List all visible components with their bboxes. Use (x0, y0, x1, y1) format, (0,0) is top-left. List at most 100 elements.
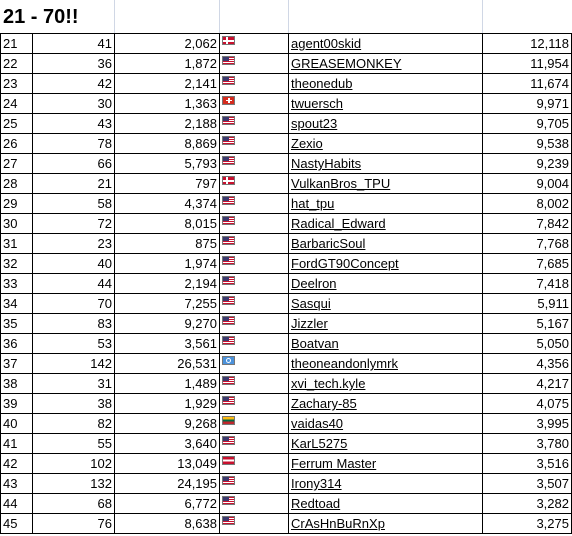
username-link[interactable]: hat_tpu (288, 193, 483, 214)
username-link[interactable]: spout23 (288, 113, 483, 134)
total-cell: 8,638 (114, 513, 220, 534)
rank-cell: 27 (0, 153, 33, 174)
count-cell: 42 (32, 73, 115, 94)
table-row: 23 42 2,141 theonedub 11,674 (0, 73, 572, 94)
score-cell: 3,995 (482, 413, 572, 434)
flag-cell (219, 353, 289, 374)
username-link[interactable]: vaidas40 (288, 413, 483, 434)
count-cell: 68 (32, 493, 115, 514)
table-row: 28 21 797 VulkanBros_TPU 9,004 (0, 173, 572, 194)
table-row: 37 142 26,531 theoneandonlymrk 4,356 (0, 353, 572, 374)
score-cell: 3,516 (482, 453, 572, 474)
table-row: 41 55 3,640 KarL5275 3,780 (0, 433, 572, 454)
username-link[interactable]: Deelron (288, 273, 483, 294)
rank-cell: 45 (0, 513, 33, 534)
username-link[interactable]: agent00skid (288, 33, 483, 54)
title-row: 21 - 70!! (0, 0, 572, 34)
count-cell: 31 (32, 373, 115, 394)
username-link[interactable]: NastyHabits (288, 153, 483, 174)
score-cell: 5,050 (482, 333, 572, 354)
score-cell: 9,705 (482, 113, 572, 134)
count-cell: 72 (32, 213, 115, 234)
score-cell: 7,768 (482, 233, 572, 254)
flag-cell (219, 273, 289, 294)
total-cell: 24,195 (114, 473, 220, 494)
flag-un-icon (222, 356, 235, 365)
rank-cell: 23 (0, 73, 33, 94)
flag-us-icon (222, 396, 235, 405)
username-link[interactable]: twuersch (288, 93, 483, 114)
username-link[interactable]: FordGT90Concept (288, 253, 483, 274)
username-link[interactable]: xvi_tech.kyle (288, 373, 483, 394)
username-link[interactable]: Radical_Edward (288, 213, 483, 234)
table-row: 29 58 4,374 hat_tpu 8,002 (0, 193, 572, 214)
gridline (114, 0, 115, 33)
total-cell: 875 (114, 233, 220, 254)
score-cell: 4,217 (482, 373, 572, 394)
total-cell: 3,640 (114, 433, 220, 454)
count-cell: 44 (32, 273, 115, 294)
score-cell: 3,780 (482, 433, 572, 454)
flag-us-icon (222, 336, 235, 345)
score-cell: 11,674 (482, 73, 572, 94)
table-row: 44 68 6,772 Redtoad 3,282 (0, 493, 572, 514)
total-cell: 8,869 (114, 133, 220, 154)
count-cell: 55 (32, 433, 115, 454)
count-cell: 43 (32, 113, 115, 134)
rank-cell: 25 (0, 113, 33, 134)
username-link[interactable]: CrAsHnBuRnXp (288, 513, 483, 534)
score-cell: 5,911 (482, 293, 572, 314)
username-link[interactable]: Ferrum Master (288, 453, 483, 474)
flag-us-icon (222, 116, 235, 125)
username-link[interactable]: KarL5275 (288, 433, 483, 454)
count-cell: 76 (32, 513, 115, 534)
score-cell: 7,418 (482, 273, 572, 294)
rank-cell: 34 (0, 293, 33, 314)
flag-cell (219, 153, 289, 174)
rank-cell: 40 (0, 413, 33, 434)
sheet-title: 21 - 70!! (3, 6, 79, 28)
rank-cell: 37 (0, 353, 33, 374)
flag-cell (219, 513, 289, 534)
total-cell: 797 (114, 173, 220, 194)
username-link[interactable]: Zexio (288, 133, 483, 154)
score-cell: 11,954 (482, 53, 572, 74)
rank-cell: 33 (0, 273, 33, 294)
username-link[interactable]: Irony314 (288, 473, 483, 494)
total-cell: 6,772 (114, 493, 220, 514)
rank-cell: 28 (0, 173, 33, 194)
count-cell: 78 (32, 133, 115, 154)
username-link[interactable]: Jizzler (288, 313, 483, 334)
count-cell: 66 (32, 153, 115, 174)
username-link[interactable]: theonedub (288, 73, 483, 94)
score-cell: 12,118 (482, 33, 572, 54)
flag-cell (219, 393, 289, 414)
gridline (219, 0, 220, 33)
rank-cell: 26 (0, 133, 33, 154)
username-link[interactable]: GREASEMONKEY (288, 53, 483, 74)
username-link[interactable]: Zachary-85 (288, 393, 483, 414)
username-link[interactable]: Boatvan (288, 333, 483, 354)
flag-us-icon (222, 296, 235, 305)
table-row: 38 31 1,489 xvi_tech.kyle 4,217 (0, 373, 572, 394)
rank-cell: 30 (0, 213, 33, 234)
username-link[interactable]: theoneandonlymrk (288, 353, 483, 374)
flag-cell (219, 413, 289, 434)
username-link[interactable]: VulkanBros_TPU (288, 173, 483, 194)
flag-us-icon (222, 216, 235, 225)
count-cell: 21 (32, 173, 115, 194)
rank-cell: 43 (0, 473, 33, 494)
count-cell: 41 (32, 33, 115, 54)
flag-us-icon (222, 276, 235, 285)
rank-cell: 21 (0, 33, 33, 54)
rank-cell: 22 (0, 53, 33, 74)
rank-cell: 35 (0, 313, 33, 334)
username-link[interactable]: Sasqui (288, 293, 483, 314)
table-row: 35 83 9,270 Jizzler 5,167 (0, 313, 572, 334)
flag-cell (219, 173, 289, 194)
total-cell: 1,974 (114, 253, 220, 274)
total-cell: 5,793 (114, 153, 220, 174)
username-link[interactable]: BarbaricSoul (288, 233, 483, 254)
username-link[interactable]: Redtoad (288, 493, 483, 514)
flag-cell (219, 193, 289, 214)
